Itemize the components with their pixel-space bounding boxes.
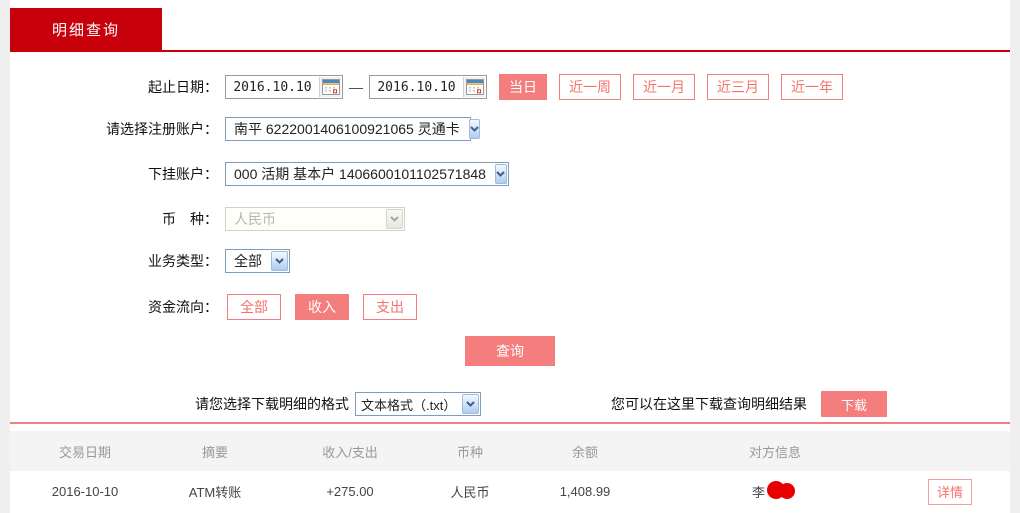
chevron-down-icon	[469, 119, 480, 139]
fund-flow-label: 资金流向：	[10, 297, 218, 317]
header-currency: 币种	[430, 431, 510, 471]
sub-account-label: 下挂账户：	[10, 164, 218, 184]
cell-summary: ATM转账	[160, 471, 270, 512]
section-divider	[10, 422, 1010, 424]
quick-range-year-button[interactable]: 近一年	[781, 74, 843, 100]
sub-account-select[interactable]: 000 活期 基本户 1406600101102571848	[225, 162, 509, 186]
header-balance: 余额	[510, 431, 660, 471]
business-type-label: 业务类型：	[10, 251, 218, 271]
register-account-select[interactable]: 南平 6222001406100921065 灵通卡	[225, 117, 471, 141]
chevron-down-icon	[386, 209, 403, 229]
tab-bar: 明细查询	[10, 0, 1010, 52]
sub-account-value: 000 活期 基本户 1406600101102571848	[226, 164, 494, 184]
currency-value: 人民币	[226, 209, 385, 229]
fund-flow-all-button[interactable]: 全部	[227, 294, 281, 320]
fund-flow-income-button[interactable]: 收入	[295, 294, 349, 320]
table-header-row: 交易日期 摘要 收入/支出 币种 余额 对方信息	[10, 431, 1010, 471]
cell-action: 详情	[890, 471, 1010, 512]
chevron-down-icon	[495, 164, 507, 184]
download-button[interactable]: 下载	[821, 391, 887, 417]
header-summary: 摘要	[160, 431, 270, 471]
start-date-input[interactable]: 2016.10.10	[225, 75, 343, 99]
date-range-label: 起止日期：	[10, 77, 218, 97]
business-type-value: 全部	[226, 251, 270, 271]
header-counterparty: 对方信息	[660, 431, 890, 471]
download-hint-text: 您可以在这里下载查询明细结果	[611, 394, 807, 414]
counterparty-name: 李	[752, 482, 765, 501]
cell-counterparty: 李	[660, 471, 890, 512]
fund-flow-expense-button[interactable]: 支出	[363, 294, 417, 320]
date-range-separator: —	[349, 79, 363, 95]
quick-range-month-button[interactable]: 近一月	[633, 74, 695, 100]
header-trade-date: 交易日期	[10, 431, 160, 471]
download-format-select[interactable]: 文本格式（.txt）	[355, 392, 481, 416]
currency-select: 人民币	[225, 207, 405, 231]
results-table: 交易日期 摘要 收入/支出 币种 余额 对方信息 2016-10-10 ATM转…	[10, 431, 1010, 512]
business-type-select[interactable]: 全部	[225, 249, 290, 273]
quick-range-week-button[interactable]: 近一周	[559, 74, 621, 100]
cell-amount: +275.00	[270, 471, 430, 512]
calendar-icon[interactable]	[463, 77, 485, 97]
end-date-value: 2016.10.10	[370, 80, 463, 95]
quick-range-3months-button[interactable]: 近三月	[707, 74, 769, 100]
cell-currency: 人民币	[430, 471, 510, 512]
end-date-input[interactable]: 2016.10.10	[369, 75, 487, 99]
header-income-expense: 收入/支出	[270, 431, 430, 471]
register-account-label: 请选择注册账户：	[10, 119, 218, 139]
detail-button[interactable]: 详情	[928, 479, 972, 505]
header-action	[890, 431, 1010, 471]
download-format-label: 请您选择下载明细的格式	[195, 394, 349, 414]
main-panel: 明细查询 起止日期： 2016.10.10	[10, 0, 1010, 513]
cell-balance: 1,408.99	[510, 471, 660, 512]
download-format-value: 文本格式（.txt）	[356, 395, 461, 414]
chevron-down-icon	[462, 394, 479, 414]
quick-range-today-button[interactable]: 当日	[499, 74, 547, 100]
register-account-value: 南平 6222001406100921065 灵通卡	[226, 119, 468, 139]
redaction-scribble	[766, 479, 798, 504]
query-button[interactable]: 查询	[465, 336, 555, 366]
table-row: 2016-10-10 ATM转账 +275.00 人民币 1,408.99 李 …	[10, 471, 1010, 512]
cell-trade-date: 2016-10-10	[10, 471, 160, 512]
chevron-down-icon	[271, 251, 288, 271]
tab-detail-query[interactable]: 明细查询	[10, 8, 162, 50]
query-form: 起止日期： 2016.10.10 —	[10, 52, 1010, 424]
calendar-icon[interactable]	[319, 77, 341, 97]
currency-label: 币 种：	[10, 209, 218, 229]
start-date-value: 2016.10.10	[226, 80, 319, 95]
